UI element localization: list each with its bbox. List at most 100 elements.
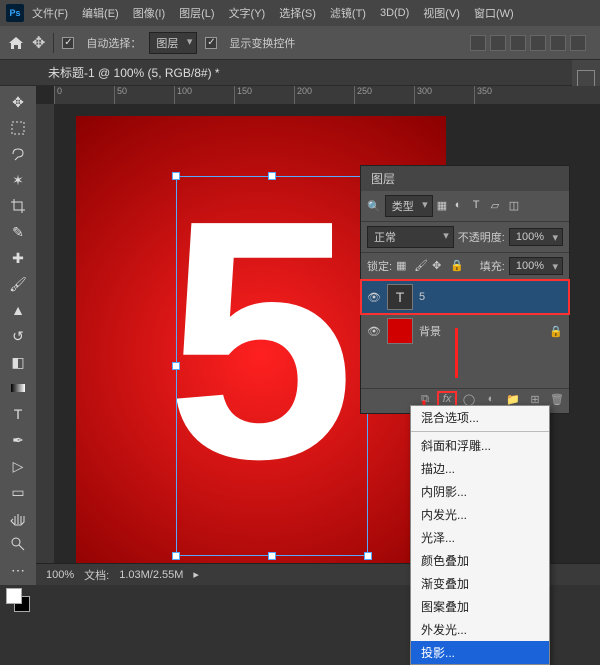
- align-icon[interactable]: [470, 35, 486, 51]
- filter-pixel-icon[interactable]: ▦: [437, 199, 451, 213]
- auto-select-checkbox[interactable]: [62, 37, 74, 49]
- filter-smart-icon[interactable]: ◫: [509, 199, 523, 213]
- fx-menu-item-satin[interactable]: 光泽...: [411, 526, 549, 549]
- menu-select[interactable]: 选择(S): [273, 1, 322, 25]
- path-select-tool[interactable]: ▷: [4, 454, 32, 478]
- layer-row-text[interactable]: 👁 T 5: [361, 280, 569, 314]
- brush-tool[interactable]: 🖌: [4, 272, 32, 296]
- filter-shape-icon[interactable]: ▱: [491, 199, 505, 213]
- foreground-color-swatch[interactable]: [6, 588, 22, 604]
- ruler-mark: 250: [354, 86, 414, 104]
- fx-menu-item-innerglow[interactable]: 内发光...: [411, 503, 549, 526]
- transform-handle[interactable]: [172, 362, 180, 370]
- marquee-tool[interactable]: [4, 116, 32, 140]
- visibility-toggle-icon[interactable]: 👁: [367, 325, 381, 338]
- visibility-toggle-icon[interactable]: 👁: [367, 291, 381, 304]
- type-tool[interactable]: T: [4, 402, 32, 426]
- show-transform-label: 显示变换控件: [229, 35, 295, 51]
- crop-tool[interactable]: [4, 194, 32, 218]
- filter-type-icon[interactable]: T: [473, 199, 487, 213]
- menu-window[interactable]: 窗口(W): [468, 1, 520, 25]
- ruler-mark: 150: [234, 86, 294, 104]
- status-chevron-icon[interactable]: ▸: [193, 568, 199, 581]
- home-icon[interactable]: [8, 36, 24, 50]
- align-icon[interactable]: [490, 35, 506, 51]
- menu-separator: [411, 431, 549, 432]
- fx-menu-item-innershadow[interactable]: 内阴影...: [411, 480, 549, 503]
- pen-tool[interactable]: ✒: [4, 428, 32, 452]
- magic-wand-tool[interactable]: ✶: [4, 168, 32, 192]
- fx-menu-item-dropshadow[interactable]: 投影...: [411, 641, 549, 664]
- doc-size-label: 文档:: [84, 567, 109, 583]
- menu-edit[interactable]: 编辑(E): [76, 1, 125, 25]
- delete-layer-icon[interactable]: 🗑: [549, 393, 565, 409]
- gradient-tool[interactable]: [4, 376, 32, 400]
- share-icon[interactable]: [570, 35, 586, 51]
- fill-value[interactable]: 100%: [509, 257, 563, 275]
- align-icon[interactable]: [530, 35, 546, 51]
- blend-mode-dropdown[interactable]: 正常: [367, 226, 454, 248]
- hand-tool[interactable]: [4, 506, 32, 530]
- zoom-tool[interactable]: [4, 532, 32, 556]
- clone-stamp-tool[interactable]: ▲: [4, 298, 32, 322]
- transform-handle[interactable]: [268, 172, 276, 180]
- transform-handle[interactable]: [172, 552, 180, 560]
- search-icon[interactable]: 🔍: [367, 200, 381, 213]
- opacity-label: 不透明度:: [458, 229, 505, 245]
- fx-menu-item-bevel[interactable]: 斜面和浮雕...: [411, 434, 549, 457]
- align-icon[interactable]: [510, 35, 526, 51]
- show-transform-checkbox[interactable]: [205, 37, 217, 49]
- align-icon[interactable]: [550, 35, 566, 51]
- move-tool-icon[interactable]: ✥: [32, 33, 45, 53]
- layer-name[interactable]: 5: [419, 291, 425, 303]
- history-brush-tool[interactable]: ↺: [4, 324, 32, 348]
- menu-view[interactable]: 视图(V): [417, 1, 466, 25]
- menu-file[interactable]: 文件(F): [26, 1, 74, 25]
- options-bar: ✥ 自动选择： 图层 显示变换控件: [0, 26, 600, 60]
- healing-brush-tool[interactable]: ✚: [4, 246, 32, 270]
- menu-layer[interactable]: 图层(L): [173, 1, 220, 25]
- fx-menu-item-coloroverlay[interactable]: 颜色叠加: [411, 549, 549, 572]
- fx-menu-item-blending[interactable]: 混合选项...: [411, 406, 549, 429]
- kind-filter-dropdown[interactable]: 类型: [385, 195, 433, 217]
- ruler-vertical: [36, 104, 54, 563]
- move-tool[interactable]: ✥: [4, 90, 32, 114]
- auto-select-target-dropdown[interactable]: 图层: [149, 32, 197, 54]
- fx-menu-item-stroke[interactable]: 描边...: [411, 457, 549, 480]
- lock-icon: 🔒: [549, 325, 563, 338]
- transform-handle[interactable]: [364, 552, 372, 560]
- opacity-value[interactable]: 100%: [509, 228, 563, 246]
- transform-handle[interactable]: [172, 172, 180, 180]
- color-swatches[interactable]: [6, 588, 30, 612]
- eraser-tool[interactable]: ◧: [4, 350, 32, 374]
- menu-filter[interactable]: 滤镜(T): [324, 1, 372, 25]
- lock-all-icon[interactable]: 🔒: [450, 259, 464, 273]
- eyedropper-tool[interactable]: ✎: [4, 220, 32, 244]
- fx-menu-item-patternoverlay[interactable]: 图案叠加: [411, 595, 549, 618]
- fx-menu-item-outerglow[interactable]: 外发光...: [411, 618, 549, 641]
- lasso-tool[interactable]: [4, 142, 32, 166]
- shape-tool[interactable]: ▭: [4, 480, 32, 504]
- lock-label: 锁定:: [367, 258, 392, 274]
- ruler-horizontal: 0 50 100 150 200 250 300 350: [54, 86, 600, 104]
- menu-type[interactable]: 文字(Y): [223, 1, 272, 25]
- transform-bounding-box[interactable]: [176, 176, 368, 556]
- lock-paint-icon[interactable]: 🖌: [414, 259, 428, 273]
- transform-handle[interactable]: [268, 552, 276, 560]
- zoom-level[interactable]: 100%: [46, 569, 74, 581]
- layer-row-background[interactable]: 👁 背景 🔒: [361, 314, 569, 348]
- menu-image[interactable]: 图像(I): [127, 1, 171, 25]
- more-tools-icon[interactable]: ⋯: [4, 558, 32, 582]
- document-tab[interactable]: 未标题-1 @ 100% (5, RGB/8#) *: [40, 60, 228, 85]
- ruler-mark: 100: [174, 86, 234, 104]
- lock-transparency-icon[interactable]: ▦: [396, 259, 410, 273]
- ruler-mark: 50: [114, 86, 174, 104]
- divider: [53, 33, 54, 53]
- fx-menu-item-gradientoverlay[interactable]: 渐变叠加: [411, 572, 549, 595]
- filter-adjust-icon[interactable]: ◐: [455, 199, 469, 213]
- doc-size-value: 1.03M/2.55M: [119, 569, 183, 581]
- layer-name[interactable]: 背景: [419, 323, 441, 339]
- lock-position-icon[interactable]: ✥: [432, 259, 446, 273]
- layers-panel-tab[interactable]: 图层: [361, 166, 569, 191]
- menu-3d[interactable]: 3D(D): [374, 3, 415, 23]
